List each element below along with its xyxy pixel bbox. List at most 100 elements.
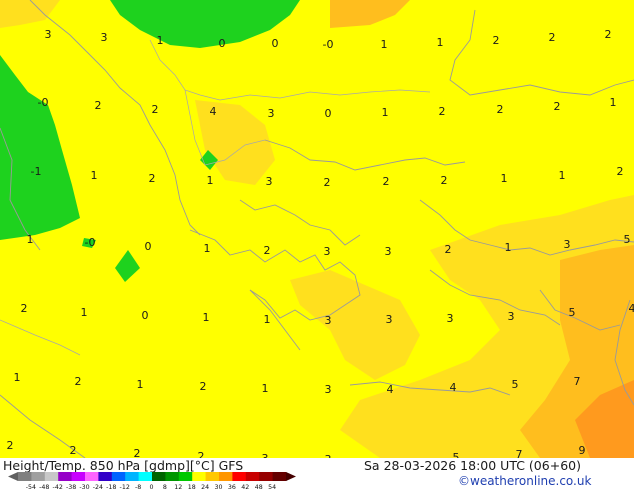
- temperature-value-label: 1: [27, 233, 34, 246]
- colorbar-swatch: [58, 472, 72, 481]
- colorbar-tick-label: -8: [135, 484, 141, 490]
- temperature-value-label: 2: [75, 375, 82, 388]
- colorbar-swatch: [111, 472, 126, 481]
- colorbar-tick-label: 12: [174, 484, 182, 490]
- colorbar-tick-label: 54: [268, 484, 276, 490]
- temperature-value-label: 2: [95, 99, 102, 112]
- temperature-value-label: 0: [272, 37, 279, 50]
- temperature-value-label: -0: [85, 236, 96, 249]
- temperature-value-label: 3: [266, 175, 273, 188]
- colorbar-swatch: [178, 472, 193, 481]
- credit-link[interactable]: ©weatheronline.co.uk: [458, 474, 591, 488]
- temperature-value-label: 1: [264, 313, 271, 326]
- temperature-value-label: 0: [219, 37, 226, 50]
- temperature-value-label: 2: [445, 243, 452, 256]
- temperature-value-label: 1: [14, 371, 21, 384]
- temperature-value-label: 2: [264, 244, 271, 257]
- temperature-value-label: 1: [381, 38, 388, 51]
- temperature-value-label: 3: [385, 245, 392, 258]
- colorbar-tick-label: 48: [255, 484, 263, 490]
- colorbar-swatch: [165, 472, 180, 481]
- temperature-value-label: 2: [493, 34, 500, 47]
- temperature-value-label: 1: [501, 172, 508, 185]
- temperature-value-label: 1: [505, 241, 512, 254]
- colorbar-tick-label: -12: [120, 484, 130, 490]
- colorbar-tick-label: 8: [163, 484, 167, 490]
- colorbar-tick-label: -54: [26, 484, 36, 490]
- temperature-value-label: -0: [323, 38, 334, 51]
- temperature-value-label: 1: [91, 169, 98, 182]
- temperature-value-label: 3: [386, 313, 393, 326]
- temperature-value-label: 3: [101, 31, 108, 44]
- temperature-value-label: 5: [512, 378, 519, 391]
- colorbar-swatch: [232, 472, 247, 481]
- temperature-value-label: 4: [629, 302, 634, 315]
- temperature-value-label: 1: [203, 311, 210, 324]
- colorbar-swatch: [18, 472, 32, 481]
- colorbar-tick-label: 24: [201, 484, 209, 490]
- temperature-value-label: 2: [70, 444, 77, 457]
- temperature-value-label: 1: [610, 96, 617, 109]
- map-datetime: Sa 28-03-2026 18:00 UTC (06+60): [364, 458, 581, 473]
- temperature-value-label: 4: [210, 105, 217, 118]
- temperature-value-label: -1: [31, 165, 42, 178]
- temperature-value-label: 2: [549, 31, 556, 44]
- temperature-value-label: 0: [325, 107, 332, 120]
- temperature-value-label: 7: [574, 375, 581, 388]
- colorbar-tick-label: -30: [79, 484, 89, 490]
- colorbar-tick-label: 0: [149, 484, 153, 490]
- temperature-value-label: 1: [81, 306, 88, 319]
- temperature-value-label: 1: [559, 169, 566, 182]
- temperature-value-label: 3: [325, 314, 332, 327]
- colorbar-swatch: [71, 472, 86, 481]
- temperature-value-label: 1: [204, 242, 211, 255]
- colorbar-swatch: [205, 472, 220, 481]
- colorbar-swatch: [152, 472, 166, 481]
- temperature-value-label: 3: [268, 107, 275, 120]
- temperature-value-label: 2: [439, 105, 446, 118]
- temperature-value-label: 2: [441, 174, 448, 187]
- temperature-value-label: 1: [437, 36, 444, 49]
- temperature-value-label: 2: [149, 172, 156, 185]
- weather-map-panel: 3 3 1 0 0 -0 1 1 2 2 2 -0 2 2 4 3 0 1 2 2 2 1 -1 1 2 1 3 2 2 2 1 1 2 1 -0 0…: [0, 0, 634, 490]
- colorbar-tick-label: 36: [228, 484, 236, 490]
- colorbar-swatch: [272, 472, 287, 481]
- colorbar-tick-label: -18: [106, 484, 116, 490]
- temperature-value-label: 3: [447, 312, 454, 325]
- colorbar-swatch: [44, 472, 59, 481]
- colorbar-tick-label: 42: [241, 484, 249, 490]
- temperature-value-label: 4: [450, 381, 457, 394]
- colorbar-swatch: [259, 472, 273, 481]
- temperature-value-label: 4: [387, 383, 394, 396]
- temperature-value-label: 1: [262, 382, 269, 395]
- map-title: Height/Temp. 850 hPa [gdmp][°C] GFS: [3, 458, 243, 473]
- colorbar-tick-label: 18: [188, 484, 196, 490]
- temperature-value-label: 2: [7, 439, 14, 452]
- temperature-value-label: -0: [38, 96, 49, 109]
- temperature-value-label: 2: [617, 165, 624, 178]
- temperature-value-label: 5: [624, 233, 631, 246]
- temperature-value-label: 0: [145, 240, 152, 253]
- colorbar-swatch: [98, 472, 113, 481]
- temperature-value-label: 3: [564, 238, 571, 251]
- temperature-value-label: 2: [152, 103, 159, 116]
- colorbar-swatch: [192, 472, 206, 481]
- colorbar-swatch: [219, 472, 233, 481]
- temperature-value-label: 3: [45, 28, 52, 41]
- colorbar-tick-label: -38: [66, 484, 76, 490]
- colorbar-swatch: [138, 472, 153, 481]
- colorbar-swatch: [245, 472, 260, 481]
- colorbar-tick-label: -48: [39, 484, 49, 490]
- colorbar-tick-label: -24: [93, 484, 103, 490]
- temperature-value-label: 1: [157, 34, 164, 47]
- temperature-value-label: 1: [137, 378, 144, 391]
- temperature-value-label: 2: [605, 28, 612, 41]
- colorbar-tick-label: -42: [53, 484, 63, 490]
- map-canvas: 3 3 1 0 0 -0 1 1 2 2 2-0 2 2 4 3 0 1 2 2 2 1-1 1 2 1 3 2 2 2 1 1 21 -0 0…: [0, 0, 634, 490]
- colorbar-swatch: [85, 472, 99, 481]
- temperature-value-label: 2: [200, 380, 207, 393]
- temperature-value-label: 2: [383, 175, 390, 188]
- temperature-value-label: 3: [508, 310, 515, 323]
- temperature-value-label: 2: [324, 176, 331, 189]
- temperature-value-label: 3: [325, 383, 332, 396]
